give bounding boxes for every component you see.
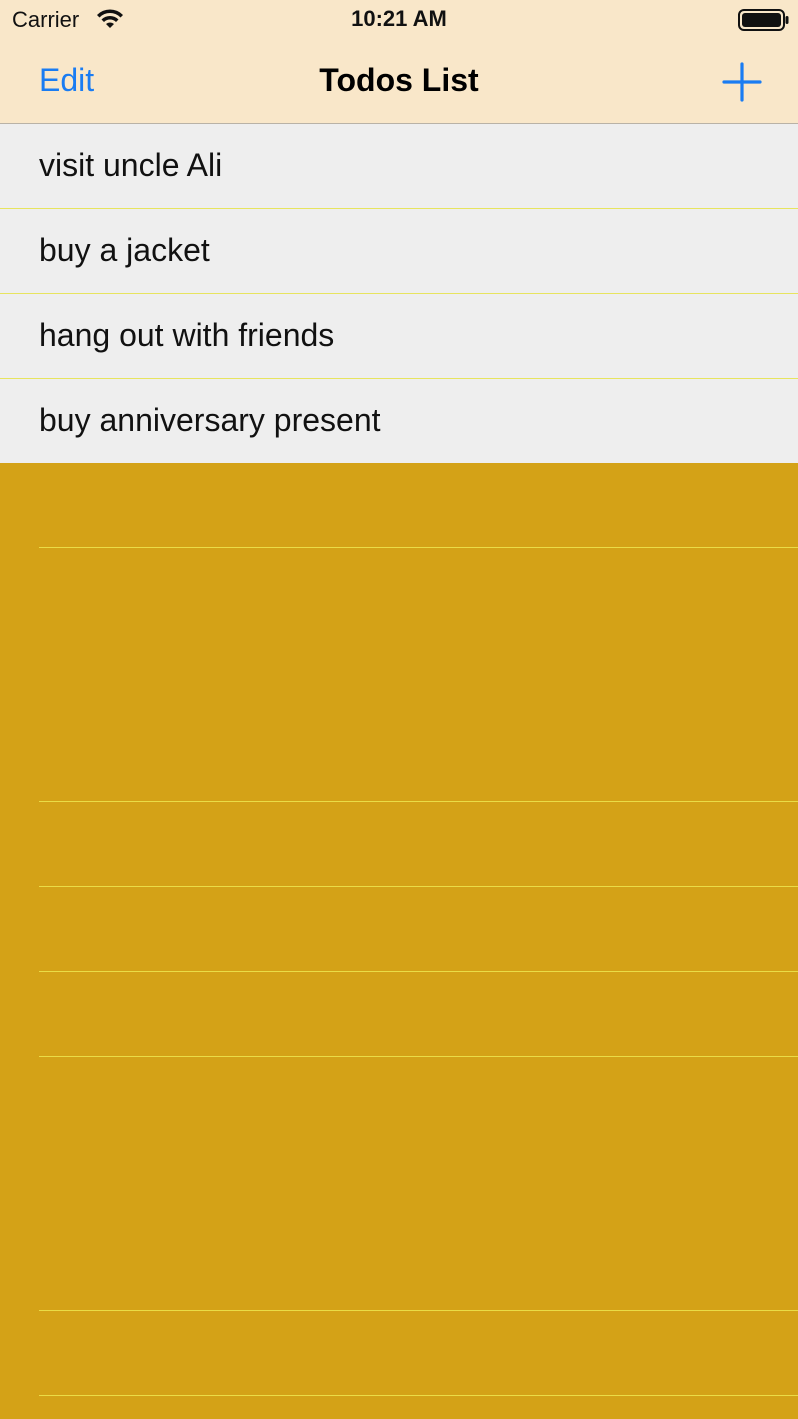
add-todo-button[interactable] — [722, 62, 762, 102]
row-separator — [39, 547, 798, 548]
row-separator — [39, 1056, 798, 1057]
row-separator — [39, 1395, 798, 1396]
todo-text: hang out with friends — [39, 317, 335, 353]
todo-text: buy a jacket — [39, 232, 210, 268]
battery-full-icon — [738, 9, 789, 31]
todo-row[interactable]: buy anniversary present — [0, 378, 798, 463]
todo-row[interactable]: hang out with friends — [0, 293, 798, 378]
row-separator — [39, 801, 798, 802]
status-time: 10:21 AM — [351, 6, 447, 31]
header: Carrier 10:21 AM Edit Todos List — [0, 0, 798, 124]
todo-row[interactable]: buy a jacket — [0, 208, 798, 293]
todo-list: visit uncle Ali buy a jacket hang out wi… — [0, 124, 798, 463]
navigation-bar: Edit Todos List — [0, 40, 798, 123]
todo-text: buy anniversary present — [39, 402, 381, 438]
row-separator — [39, 886, 798, 887]
todo-text: visit uncle Ali — [39, 147, 223, 183]
edit-button[interactable]: Edit — [39, 62, 94, 99]
todo-row[interactable]: visit uncle Ali — [0, 124, 798, 208]
app-screen: Carrier 10:21 AM Edit Todos List visit u… — [0, 0, 798, 1419]
plus-icon — [722, 62, 762, 102]
row-separator — [39, 971, 798, 972]
status-bar: Carrier 10:21 AM — [0, 0, 798, 40]
row-separator — [39, 1310, 798, 1311]
page-title: Todos List — [319, 62, 479, 98]
